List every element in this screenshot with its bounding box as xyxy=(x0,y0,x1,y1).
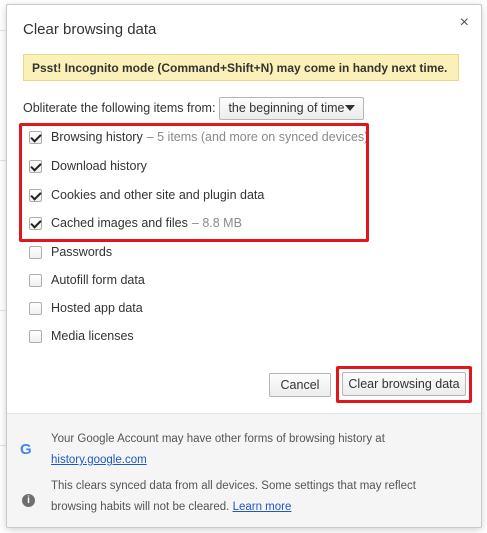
checkbox-cookies[interactable] xyxy=(29,188,42,202)
chevron-down-icon xyxy=(345,105,356,111)
item-detail: – 8.8 MB xyxy=(191,216,242,230)
dialog-title: Clear browsing data xyxy=(23,21,157,38)
checkbox-autofill[interactable] xyxy=(29,273,42,287)
item-label: Media licenses xyxy=(51,329,134,343)
sync-note-line2: browsing habits will not be cleared. xyxy=(51,501,230,513)
info-icon: i xyxy=(22,494,35,507)
checkbox-media-licenses[interactable] xyxy=(29,329,42,343)
incognito-banner: Psst! Incognito mode (Command+Shift+N) m… xyxy=(23,54,459,81)
google-note-text: Your Google Account may have other forms… xyxy=(51,433,385,445)
checkbox-download-history[interactable] xyxy=(29,159,42,173)
sync-note: This clears synced data from all devices… xyxy=(51,476,416,518)
item-download-history[interactable]: Download history xyxy=(29,156,147,176)
item-cookies[interactable]: Cookies and other site and plugin data xyxy=(29,185,264,205)
sync-note-line1: This clears synced data from all devices… xyxy=(51,480,416,492)
item-autofill[interactable]: Autofill form data xyxy=(29,270,145,290)
item-label: Cookies and other site and plugin data xyxy=(51,188,265,202)
item-label: Browsing history xyxy=(51,130,143,144)
time-range-value: the beginning of time xyxy=(228,101,345,115)
checkbox-hosted-app-data[interactable] xyxy=(29,301,42,315)
item-label: Hosted app data xyxy=(51,301,143,315)
item-label: Autofill form data xyxy=(51,273,145,287)
google-icon: G xyxy=(20,441,32,458)
item-browsing-history[interactable]: Browsing history – 5 items (and more on … xyxy=(29,127,368,147)
learn-more-link[interactable]: Learn more xyxy=(233,501,292,513)
item-cached-images[interactable]: Cached images and files – 8.8 MB xyxy=(29,213,242,233)
close-icon[interactable]: × xyxy=(460,15,469,31)
item-label: Download history xyxy=(51,159,147,173)
item-label: Passwords xyxy=(51,245,113,259)
history-google-link[interactable]: history.google.com xyxy=(51,454,147,466)
checkbox-browsing-history[interactable] xyxy=(29,130,42,144)
checkbox-passwords[interactable] xyxy=(29,245,42,259)
item-media-licenses[interactable]: Media licenses xyxy=(29,326,134,346)
checkbox-cached-images[interactable] xyxy=(29,216,42,230)
item-label: Cached images and files xyxy=(51,216,188,230)
dialog-footer: G Your Google Account may have other for… xyxy=(7,413,481,527)
google-account-note: Your Google Account may have other forms… xyxy=(51,429,385,471)
item-passwords[interactable]: Passwords xyxy=(29,242,112,262)
item-hosted-app-data[interactable]: Hosted app data xyxy=(29,298,143,318)
time-range-label: Obliterate the following items from: xyxy=(23,101,216,115)
clear-browsing-data-dialog: Clear browsing data × Psst! Incognito mo… xyxy=(6,4,482,528)
clear-browsing-data-button[interactable]: Clear browsing data xyxy=(342,372,466,396)
item-detail: – 5 items (and more on synced devices) xyxy=(146,130,369,144)
cancel-button[interactable]: Cancel xyxy=(269,373,331,397)
time-range-select[interactable]: the beginning of time xyxy=(219,96,365,120)
time-range-row: Obliterate the following items from: the… xyxy=(23,96,365,120)
